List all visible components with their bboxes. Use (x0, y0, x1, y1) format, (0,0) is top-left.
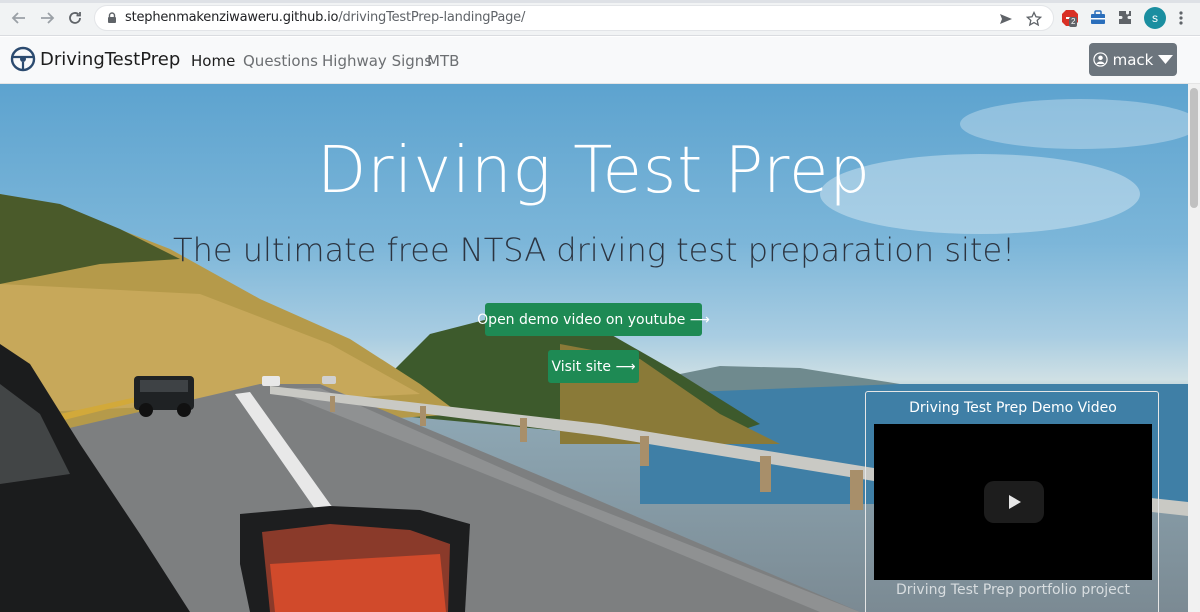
nav-mtb[interactable]: MTB (427, 52, 459, 70)
open-youtube-button[interactable]: Open demo video on youtube ⟶ (477, 303, 710, 336)
lock-icon (108, 12, 116, 23)
send-icon[interactable] (997, 10, 1015, 28)
page-scrollbar[interactable] (1188, 84, 1200, 612)
menu-kebab-icon[interactable] (1170, 7, 1192, 29)
video-player[interactable] (874, 424, 1152, 580)
puzzle-extensions-icon[interactable] (1114, 7, 1136, 29)
caret-down-icon (1158, 55, 1174, 64)
profile-avatar[interactable]: s (1144, 7, 1166, 29)
user-name: mack (1112, 50, 1154, 69)
nav-highway-signs[interactable]: Highway Signs (322, 52, 432, 70)
demo-video-card: Driving Test Prep Demo Video Driving Tes… (865, 391, 1159, 612)
play-button[interactable] (984, 481, 1044, 523)
bookmark-star-icon[interactable] (1025, 10, 1043, 28)
extension-badge: 2 (1069, 17, 1078, 27)
video-title: Driving Test Prep Demo Video (909, 400, 1117, 416)
toolbox-extension-icon[interactable] (1087, 7, 1109, 29)
reload-icon (69, 12, 81, 24)
hero-subtitle: The ultimate free NTSA driving test prep… (173, 231, 1015, 269)
visit-site-button[interactable]: Visit site ⟶ (548, 350, 639, 383)
forward-button[interactable] (36, 7, 58, 29)
forward-arrow-icon (41, 12, 55, 24)
browser-toolbar: stephenmakenziwaweru.github.io/drivingTe… (0, 0, 1200, 36)
address-bar[interactable]: stephenmakenziwaweru.github.io/drivingTe… (94, 5, 1054, 31)
back-arrow-icon (11, 12, 25, 24)
nav-home[interactable]: Home (191, 52, 235, 70)
scroll-thumb[interactable] (1190, 88, 1198, 208)
play-icon (1009, 495, 1021, 509)
hero-title: Driving Test Prep (316, 134, 872, 208)
brand-name: DrivingTestPrep (40, 48, 181, 70)
url-text: stephenmakenziwaweru.github.io/drivingTe… (125, 10, 526, 25)
video-caption: Driving Test Prep portfolio project (895, 582, 1130, 598)
steering-wheel-logo-icon (10, 46, 36, 72)
user-circle-icon (1092, 52, 1108, 67)
tab-strip (0, 0, 1200, 3)
hero-section: Driving Test Prep The ultimate free NTSA… (0, 84, 1188, 612)
nav-questions[interactable]: Questions (243, 52, 318, 70)
brand-link[interactable]: DrivingTestPrep (10, 46, 180, 72)
user-dropdown-button[interactable]: mack (1089, 43, 1177, 76)
site-navbar: DrivingTestPrep Home Questions Highway S… (0, 37, 1200, 84)
back-button[interactable] (8, 7, 30, 29)
reload-button[interactable] (64, 7, 86, 29)
